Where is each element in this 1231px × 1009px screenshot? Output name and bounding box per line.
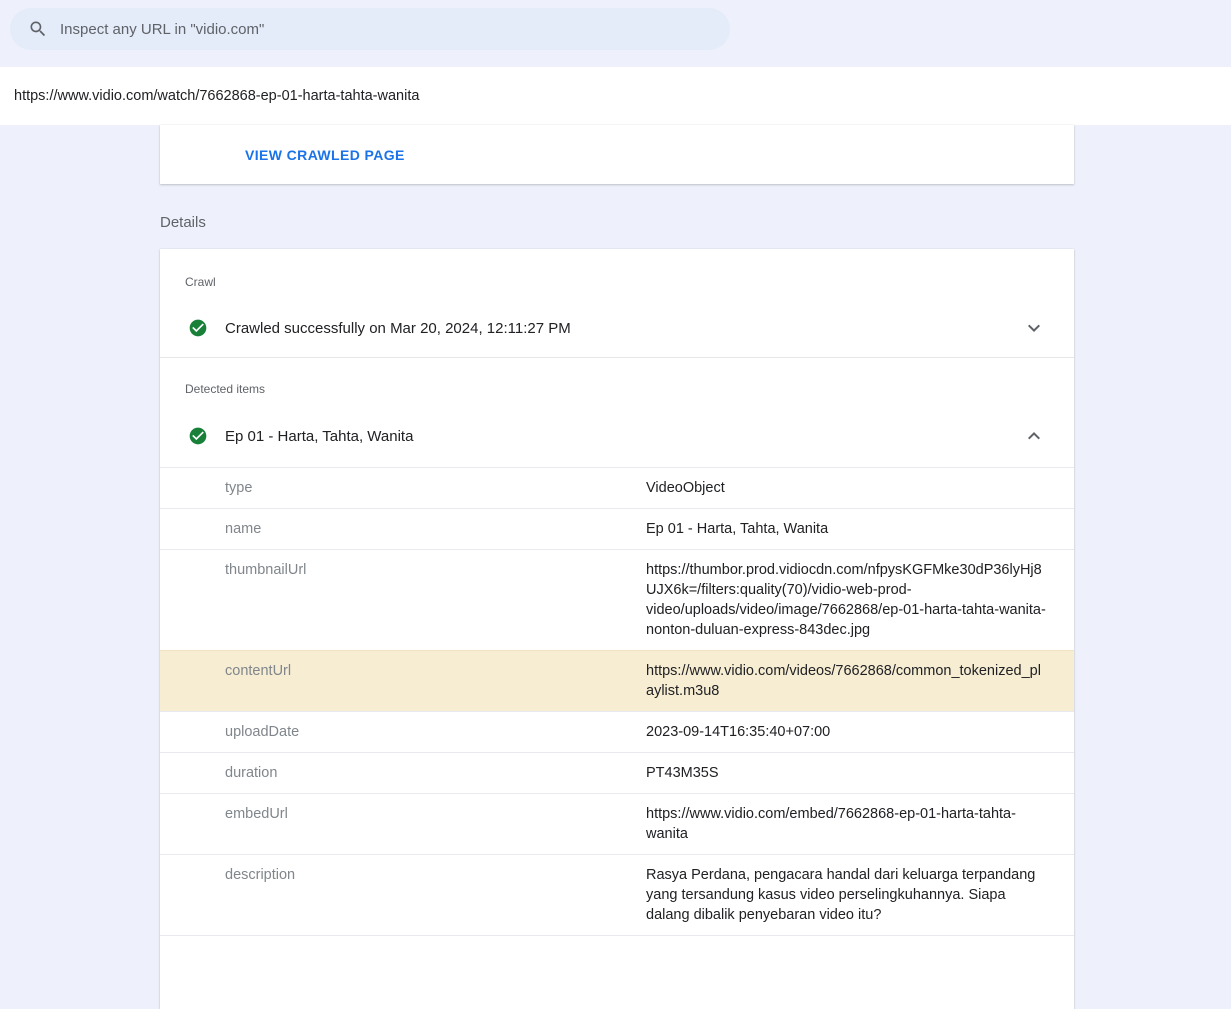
crawl-status-row[interactable]: Crawled successfully on Mar 20, 2024, 12… (160, 307, 1074, 349)
inspected-url: https://www.vidio.com/watch/7662868-ep-0… (14, 88, 419, 104)
property-value: https://www.vidio.com/videos/7662868/com… (646, 661, 1048, 701)
property-value: VideoObject (646, 478, 1048, 498)
property-key: description (225, 865, 646, 925)
property-row: type VideoObject (160, 467, 1074, 508)
url-search-bar[interactable] (10, 8, 730, 50)
property-key: contentUrl (225, 661, 646, 701)
property-row: duration PT43M35S (160, 752, 1074, 793)
property-value: PT43M35S (646, 763, 1048, 783)
property-key: embedUrl (225, 804, 646, 844)
property-key: thumbnailUrl (225, 560, 646, 640)
property-value: https://www.vidio.com/embed/7662868-ep-0… (646, 804, 1048, 844)
property-row: description Rasya Perdana, pengacara han… (160, 854, 1074, 935)
details-card: Crawl Crawled successfully on Mar 20, 20… (160, 249, 1074, 1009)
property-row: embedUrl https://www.vidio.com/embed/766… (160, 793, 1074, 854)
property-row: name Ep 01 - Harta, Tahta, Wanita (160, 508, 1074, 549)
topbar (10, 8, 730, 50)
crawled-page-card: VIEW CRAWLED PAGE (160, 125, 1074, 184)
chevron-up-icon[interactable] (1022, 424, 1046, 448)
property-row: uploadDate 2023-09-14T16:35:40+07:00 (160, 711, 1074, 752)
divider (160, 357, 1074, 358)
chevron-down-icon[interactable] (1022, 316, 1046, 340)
inspected-url-bar: https://www.vidio.com/watch/7662868-ep-0… (0, 67, 1231, 125)
property-value: 2023-09-14T16:35:40+07:00 (646, 722, 1048, 742)
detected-item-header-row[interactable]: Ep 01 - Harta, Tahta, Wanita (160, 414, 1074, 458)
success-check-icon (188, 318, 208, 338)
property-key: duration (225, 763, 646, 783)
property-value: Ep 01 - Harta, Tahta, Wanita (646, 519, 1048, 539)
property-row: thumbnailUrl https://thumbor.prod.vidioc… (160, 549, 1074, 650)
crawl-section-label: Crawl (185, 275, 1074, 289)
detected-items-section-label: Detected items (185, 382, 1074, 396)
details-section-title: Details (160, 214, 206, 231)
property-value: https://thumbor.prod.vidiocdn.com/nfpysK… (646, 560, 1048, 640)
detected-item-title: Ep 01 - Harta, Tahta, Wanita (225, 428, 413, 445)
property-key: name (225, 519, 646, 539)
search-input[interactable] (60, 21, 714, 38)
property-value: Rasya Perdana, pengacara handal dari kel… (646, 865, 1048, 925)
property-key: type (225, 478, 646, 498)
success-check-icon (188, 426, 208, 446)
crawl-status-text: Crawled successfully on Mar 20, 2024, 12… (225, 320, 571, 337)
detected-item-properties-table: type VideoObject name Ep 01 - Harta, Tah… (160, 467, 1074, 936)
property-key: uploadDate (225, 722, 646, 742)
search-icon (28, 19, 48, 39)
property-row: contentUrl https://www.vidio.com/videos/… (160, 650, 1074, 711)
view-crawled-page-button[interactable]: VIEW CRAWLED PAGE (245, 147, 405, 163)
